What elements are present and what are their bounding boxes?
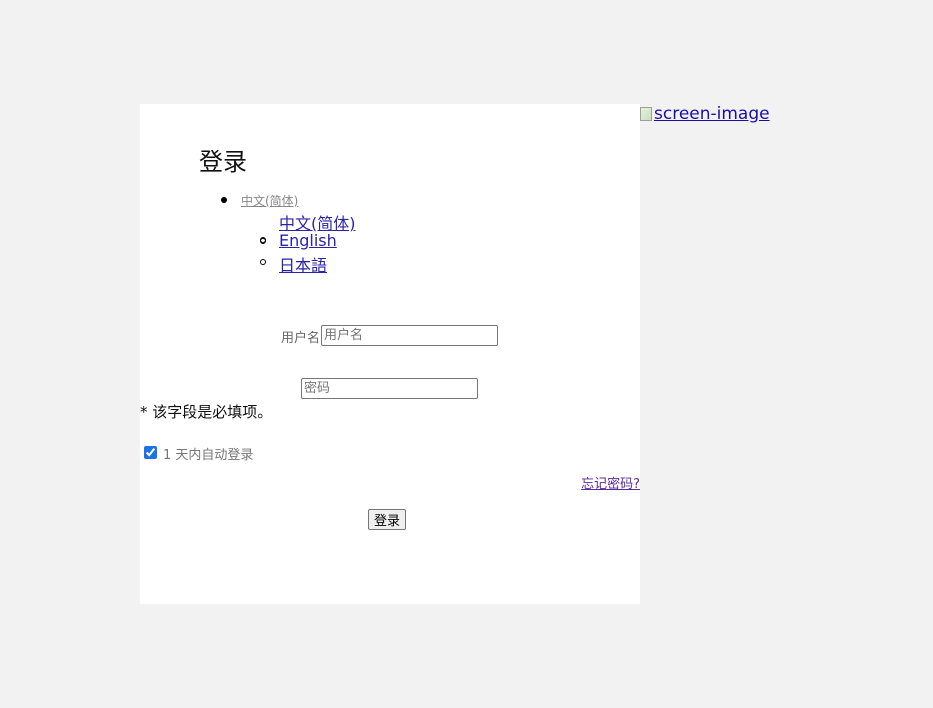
username-label: 用户名 bbox=[281, 331, 321, 346]
language-selector[interactable]: 中文(简体) bbox=[241, 192, 298, 209]
login-panel: 登录 中文(简体) 中文(简体) English 日本語 用户名 * 该字段是必… bbox=[140, 104, 640, 604]
password-input[interactable] bbox=[301, 378, 478, 399]
remember-me-label: 1 天内自动登录 bbox=[163, 448, 254, 463]
bullet-icon bbox=[221, 197, 227, 203]
circle-bullet-icon bbox=[260, 259, 266, 265]
username-input[interactable] bbox=[321, 325, 498, 346]
broken-image-icon bbox=[640, 107, 652, 121]
forgot-password-link[interactable]: 忘记密码? bbox=[581, 473, 640, 492]
login-button[interactable]: 登录 bbox=[368, 509, 407, 530]
screen-image-link[interactable]: screen-image bbox=[640, 104, 770, 124]
required-field-note: * 该字段是必填项。 bbox=[140, 403, 273, 421]
language-option-ja[interactable]: 日本語 bbox=[279, 252, 327, 276]
page-title: 登录 bbox=[199, 148, 247, 176]
circle-bullet-icon bbox=[260, 238, 266, 244]
screen-image-alt-text: screen-image bbox=[654, 104, 770, 124]
remember-me-checkbox[interactable] bbox=[144, 446, 157, 459]
language-option-en[interactable]: English bbox=[279, 231, 337, 250]
page: 登录 中文(简体) 中文(简体) English 日本語 用户名 * 该字段是必… bbox=[0, 0, 933, 708]
